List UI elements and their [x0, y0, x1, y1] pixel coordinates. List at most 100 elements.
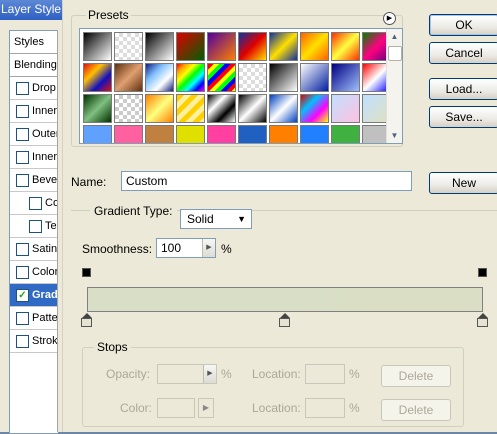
- preset-swatch[interactable]: [176, 125, 205, 143]
- opacity-stop-right[interactable]: [478, 268, 487, 281]
- preset-swatch[interactable]: [331, 94, 360, 123]
- styles-list-header[interactable]: Blending Options: [10, 54, 58, 77]
- style-checkbox[interactable]: [16, 151, 29, 164]
- preset-swatch[interactable]: [238, 32, 267, 61]
- color-location-field[interactable]: [305, 398, 345, 418]
- scroll-thumb[interactable]: [388, 46, 402, 61]
- scroll-up-icon[interactable]: ▲: [387, 29, 402, 44]
- style-checkbox[interactable]: [16, 82, 29, 95]
- styles-list-header[interactable]: Styles: [10, 31, 58, 54]
- preset-swatch[interactable]: [83, 125, 112, 143]
- chevron-down-icon: ▼: [237, 214, 246, 224]
- preset-swatch[interactable]: [300, 32, 329, 61]
- preset-swatch[interactable]: [331, 125, 360, 143]
- opacity-field[interactable]: ▶: [157, 364, 217, 384]
- name-field[interactable]: Custom: [121, 171, 412, 191]
- preset-swatch[interactable]: [269, 63, 298, 92]
- presets-scrollbar[interactable]: ▲ ▼: [386, 29, 402, 143]
- preset-swatch[interactable]: [83, 32, 112, 61]
- cancel-button[interactable]: Cancel: [429, 42, 497, 64]
- styles-list-item[interactable]: Bevel and Emboss: [10, 169, 58, 192]
- styles-list-item[interactable]: Color Overlay: [10, 261, 58, 284]
- opacity-stop-left[interactable]: [82, 268, 91, 281]
- color-label: Color:: [120, 401, 153, 415]
- style-item-label: Color Overlay: [32, 266, 58, 278]
- delete-color-stop-button[interactable]: Delete: [381, 399, 451, 421]
- opacity-location-unit: %: [349, 367, 360, 381]
- preset-swatch[interactable]: [300, 94, 329, 123]
- styles-list-item[interactable]: Stroke: [10, 330, 58, 353]
- preset-swatch[interactable]: [176, 63, 205, 92]
- color-stop-right[interactable]: [477, 313, 488, 328]
- delete-opacity-stop-button[interactable]: Delete: [381, 365, 451, 387]
- style-item-label: Satin: [32, 243, 58, 255]
- preset-swatch[interactable]: [145, 32, 174, 61]
- color-stop-middle[interactable]: [279, 313, 290, 328]
- smoothness-arrow-icon[interactable]: ▶: [202, 239, 215, 257]
- preset-swatch[interactable]: [114, 63, 143, 92]
- opacity-arrow-icon[interactable]: ▶: [203, 365, 216, 383]
- preset-swatch[interactable]: [207, 63, 236, 92]
- preset-swatch[interactable]: [207, 94, 236, 123]
- preset-swatch[interactable]: [114, 32, 143, 61]
- style-checkbox[interactable]: [29, 197, 42, 210]
- presets-label: Presets: [86, 8, 131, 22]
- style-checkbox[interactable]: [16, 243, 29, 256]
- styles-list-item[interactable]: Outer Glow: [10, 123, 58, 146]
- styles-list-item[interactable]: Texture: [10, 215, 58, 238]
- preset-swatch[interactable]: [331, 63, 360, 92]
- preset-swatch[interactable]: [145, 125, 174, 143]
- presets-menu-icon[interactable]: ▶: [383, 12, 396, 25]
- save-button[interactable]: Save...: [429, 106, 497, 128]
- style-checkbox[interactable]: [29, 220, 42, 233]
- preset-swatch[interactable]: [238, 125, 267, 143]
- preset-swatch[interactable]: [176, 94, 205, 123]
- preset-swatch[interactable]: [145, 94, 174, 123]
- color-stop-left[interactable]: [81, 313, 92, 328]
- styles-list-item[interactable]: Pattern Overlay: [10, 307, 58, 330]
- opacity-location-label: Location:: [252, 367, 301, 381]
- preset-swatch[interactable]: [269, 94, 298, 123]
- new-button[interactable]: New: [429, 172, 497, 194]
- styles-list-item[interactable]: ✓Gradient Overlay: [10, 284, 58, 307]
- preset-swatch[interactable]: [207, 32, 236, 61]
- style-checkbox[interactable]: [16, 105, 29, 118]
- preset-swatch[interactable]: [300, 125, 329, 143]
- preset-swatch[interactable]: [114, 125, 143, 143]
- layer-style-title: Layer Style: [0, 0, 71, 20]
- load-button[interactable]: Load...: [429, 78, 497, 100]
- smoothness-value: 100: [161, 241, 182, 255]
- preset-swatch[interactable]: [238, 63, 267, 92]
- color-swatch-field[interactable]: [157, 398, 195, 418]
- style-checkbox[interactable]: ✓: [16, 289, 29, 302]
- style-checkbox[interactable]: [16, 266, 29, 279]
- gradient-type-select[interactable]: Solid ▼: [180, 209, 252, 229]
- preset-swatch[interactable]: [83, 94, 112, 123]
- style-checkbox[interactable]: [16, 335, 29, 348]
- opacity-location-field[interactable]: [305, 364, 345, 384]
- styles-list-item[interactable]: Inner Shadow: [10, 100, 58, 123]
- preset-swatch[interactable]: [83, 63, 112, 92]
- styles-list-item[interactable]: Contour: [10, 192, 58, 215]
- style-header-label: Styles: [14, 36, 44, 48]
- preset-swatch[interactable]: [238, 94, 267, 123]
- ok-button[interactable]: OK: [429, 14, 497, 36]
- preset-swatch[interactable]: [176, 32, 205, 61]
- style-checkbox[interactable]: [16, 174, 29, 187]
- style-checkbox[interactable]: [16, 128, 29, 141]
- preset-swatch[interactable]: [331, 32, 360, 61]
- preset-swatch[interactable]: [269, 32, 298, 61]
- styles-list-item[interactable]: Inner Glow: [10, 146, 58, 169]
- preset-swatch[interactable]: [269, 125, 298, 143]
- preset-swatch[interactable]: [145, 63, 174, 92]
- styles-list-item[interactable]: Satin: [10, 238, 58, 261]
- preset-swatch[interactable]: [207, 125, 236, 143]
- gradient-preview-bar[interactable]: [87, 287, 483, 312]
- preset-swatch[interactable]: [114, 94, 143, 123]
- smoothness-field[interactable]: 100 ▶: [156, 238, 216, 258]
- color-arrow-icon[interactable]: ▶: [198, 398, 214, 418]
- preset-swatch[interactable]: [300, 63, 329, 92]
- styles-list-item[interactable]: Drop Shadow: [10, 77, 58, 100]
- scroll-down-icon[interactable]: ▼: [387, 128, 402, 143]
- style-checkbox[interactable]: [16, 312, 29, 325]
